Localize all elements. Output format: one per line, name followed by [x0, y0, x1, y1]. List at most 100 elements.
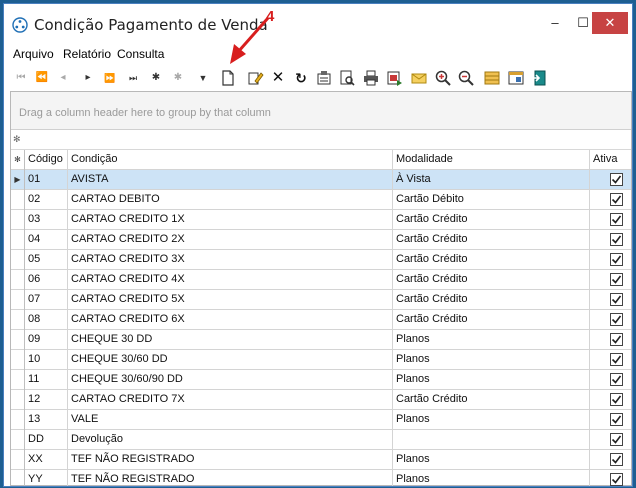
ativa-checkbox[interactable] [610, 253, 623, 266]
prev-icon[interactable]: ◂ [53, 68, 73, 88]
cell-ativa[interactable] [590, 170, 631, 190]
cell-ativa[interactable] [590, 190, 631, 210]
table-row[interactable]: 02 CARTAO DEBITO Cartão Débito [11, 190, 631, 210]
cell-modalidade[interactable]: Cartão Crédito [393, 230, 590, 250]
cell-condicao[interactable]: CHEQUE 30 DD [68, 330, 393, 350]
cell-ativa[interactable] [590, 310, 631, 330]
cell-condicao[interactable]: CARTAO CREDITO 4X [68, 270, 393, 290]
preview-icon[interactable] [337, 68, 357, 88]
cell-condicao[interactable]: CARTAO CREDITO 2X [68, 230, 393, 250]
cell-codigo[interactable]: 05 [25, 250, 68, 270]
cell-condicao[interactable]: CARTAO CREDITO 5X [68, 290, 393, 310]
last-icon[interactable]: ⏭ [123, 68, 143, 88]
table-row[interactable]: 12 CARTAO CREDITO 7X Cartão Crédito [11, 390, 631, 410]
cell-modalidade[interactable]: Planos [393, 370, 590, 390]
cell-condicao[interactable]: TEF NÃO REGISTRADO [68, 470, 393, 486]
ativa-checkbox[interactable] [610, 273, 623, 286]
ativa-checkbox[interactable] [610, 193, 623, 206]
cell-ativa[interactable] [590, 250, 631, 270]
cell-condicao[interactable]: AVISTA [68, 170, 393, 190]
cell-codigo[interactable]: DD [25, 430, 68, 450]
table-row[interactable]: 08 CARTAO CREDITO 6X Cartão Crédito [11, 310, 631, 330]
menu-arquivo[interactable]: Arquivo [13, 47, 54, 61]
layout-icon[interactable] [482, 68, 502, 88]
cell-codigo[interactable]: 01 [25, 170, 68, 190]
cell-condicao[interactable]: CARTAO DEBITO [68, 190, 393, 210]
email-icon[interactable] [409, 68, 429, 88]
table-row[interactable]: XX TEF NÃO REGISTRADO Planos [11, 450, 631, 470]
table-row[interactable]: 07 CARTAO CREDITO 5X Cartão Crédito [11, 290, 631, 310]
cell-ativa[interactable] [590, 410, 631, 430]
cell-condicao[interactable]: CHEQUE 30/60/90 DD [68, 370, 393, 390]
cell-codigo[interactable]: 13 [25, 410, 68, 430]
cell-ativa[interactable] [590, 450, 631, 470]
edit-icon[interactable] [245, 68, 265, 88]
cell-condicao[interactable]: TEF NÃO REGISTRADO [68, 450, 393, 470]
table-row[interactable]: ▶ 01 AVISTA À Vista [11, 170, 631, 190]
print-icon[interactable] [361, 68, 381, 88]
cell-modalidade[interactable]: Planos [393, 450, 590, 470]
zoom-out-icon[interactable] [456, 68, 476, 88]
ativa-checkbox[interactable] [610, 473, 623, 486]
cell-condicao[interactable]: CARTAO CREDITO 3X [68, 250, 393, 270]
table-row[interactable]: DD Devolução [11, 430, 631, 450]
ativa-checkbox[interactable] [610, 453, 623, 466]
cell-codigo[interactable]: 11 [25, 370, 68, 390]
cell-condicao[interactable]: CARTAO CREDITO 6X [68, 310, 393, 330]
cell-condicao[interactable]: CARTAO CREDITO 1X [68, 210, 393, 230]
new-icon[interactable] [218, 68, 238, 88]
cell-codigo[interactable]: 09 [25, 330, 68, 350]
cell-modalidade[interactable]: Cartão Crédito [393, 270, 590, 290]
zoom-in-icon[interactable] [433, 68, 453, 88]
cell-ativa[interactable] [590, 350, 631, 370]
ativa-checkbox[interactable] [610, 413, 623, 426]
delete-icon[interactable]: ✕ [268, 68, 288, 88]
group-panel[interactable]: Drag a column header here to group by th… [11, 92, 631, 130]
cell-codigo[interactable]: 03 [25, 210, 68, 230]
cell-codigo[interactable]: 04 [25, 230, 68, 250]
ativa-checkbox[interactable] [610, 313, 623, 326]
header-condicao[interactable]: Condição [68, 150, 393, 170]
cell-modalidade[interactable] [393, 430, 590, 450]
ativa-checkbox[interactable] [610, 233, 623, 246]
cell-ativa[interactable] [590, 330, 631, 350]
table-row[interactable]: 10 CHEQUE 30/60 DD Planos [11, 350, 631, 370]
ativa-checkbox[interactable] [610, 433, 623, 446]
cell-codigo[interactable]: 06 [25, 270, 68, 290]
header-modalidade[interactable]: Modalidade [393, 150, 590, 170]
table-row[interactable]: 11 CHEQUE 30/60/90 DD Planos [11, 370, 631, 390]
cell-modalidade[interactable]: Planos [393, 470, 590, 486]
cell-modalidade[interactable]: Cartão Crédito [393, 390, 590, 410]
delete-record-icon[interactable]: ✱ [168, 68, 188, 88]
table-row[interactable]: YY TEF NÃO REGISTRADO Planos [11, 470, 631, 486]
next-icon[interactable]: ▸ [78, 68, 98, 88]
cell-ativa[interactable] [590, 370, 631, 390]
cell-modalidade[interactable]: Cartão Crédito [393, 250, 590, 270]
cell-codigo[interactable]: 07 [25, 290, 68, 310]
header-codigo[interactable]: Código [25, 150, 68, 170]
ativa-checkbox[interactable] [610, 393, 623, 406]
export-icon[interactable] [384, 68, 404, 88]
cell-modalidade[interactable]: Cartão Crédito [393, 290, 590, 310]
properties-icon[interactable] [314, 68, 334, 88]
table-row[interactable]: 05 CARTAO CREDITO 3X Cartão Crédito [11, 250, 631, 270]
cell-codigo[interactable]: 10 [25, 350, 68, 370]
cell-modalidade[interactable]: Planos [393, 350, 590, 370]
cell-codigo[interactable]: XX [25, 450, 68, 470]
cell-modalidade[interactable]: À Vista [393, 170, 590, 190]
close-button[interactable]: ✕ [592, 12, 628, 34]
menu-consulta[interactable]: Consulta [117, 47, 164, 61]
menu-relatorio[interactable]: Relatório [63, 47, 111, 61]
cell-codigo[interactable]: YY [25, 470, 68, 486]
ativa-checkbox[interactable] [610, 293, 623, 306]
refresh-icon[interactable]: ↻ [291, 68, 311, 88]
cell-condicao[interactable]: CHEQUE 30/60 DD [68, 350, 393, 370]
cell-modalidade[interactable]: Cartão Débito [393, 190, 590, 210]
table-row[interactable]: 13 VALE Planos [11, 410, 631, 430]
cell-modalidade[interactable]: Planos [393, 330, 590, 350]
ativa-checkbox[interactable] [610, 373, 623, 386]
cell-ativa[interactable] [590, 230, 631, 250]
cell-modalidade[interactable]: Cartão Crédito [393, 310, 590, 330]
title-bar[interactable]: Condição Pagamento de Venda 4 – ☐ ✕ [4, 4, 632, 42]
filter-icon[interactable]: ▼ [193, 68, 213, 88]
